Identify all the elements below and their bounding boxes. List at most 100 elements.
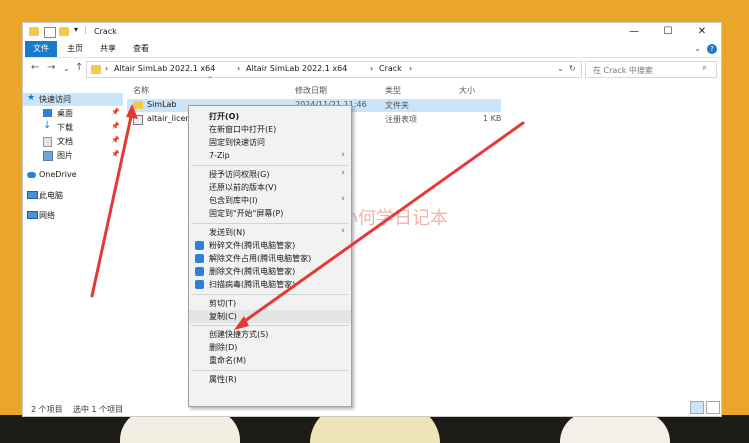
menu-item-label: 还原以前的版本(V) (209, 183, 277, 192)
menu-item-6[interactable]: 还原以前的版本(V) (189, 181, 351, 194)
file-type: 文件夹 (385, 101, 409, 110)
breadcrumb-item[interactable]: Altair SimLab 2022.1 x64 (114, 64, 215, 73)
context-menu: 打开(O) 在新窗口中打开(E) 固定到快速访问 7-Zip › 授予访问权限(G) › 还原… (188, 105, 352, 407)
expand-ribbon-icon[interactable]: ⌄ (694, 44, 701, 53)
unlock-icon (195, 254, 204, 263)
column-header-size[interactable]: 大小 (459, 85, 475, 96)
help-icon[interactable]: ? (707, 44, 717, 54)
tab-file[interactable]: 文件 (25, 41, 57, 57)
menu-item-label: 复制(C) (209, 311, 237, 321)
menu-item-label: 固定到快速访问 (209, 138, 265, 148)
menu-item-2[interactable]: 固定到快速访问 (189, 136, 351, 149)
sidebar-item-downloads[interactable]: ↓ 下载 📌 (23, 120, 123, 134)
sidebar-item-quick-access[interactable]: ★ 快速访问 (23, 93, 123, 106)
column-header-name[interactable]: 名称 (133, 85, 149, 96)
computer-icon (27, 191, 38, 199)
pin-icon: 📌 (111, 122, 120, 130)
sidebar-item-network[interactable]: 网络 (23, 209, 123, 222)
chevron-right-icon: › (341, 225, 345, 236)
sidebar-item-this-pc[interactable]: 此电脑 (23, 189, 123, 202)
menu-separator (191, 293, 349, 295)
address-bar[interactable]: › Altair SimLab 2022.1 x64 › Altair SimL… (86, 61, 582, 78)
sidebar-item-label: 桌面 (57, 109, 73, 118)
close-button[interactable]: ✕ (685, 23, 719, 41)
menu-item-21[interactable]: 重命名(M) (189, 354, 351, 367)
refresh-icon[interactable]: ↻ (569, 64, 576, 73)
forward-icon[interactable]: → (47, 62, 55, 73)
menu-item-14[interactable]: 扫描病毒(腾讯电脑管家) (189, 278, 351, 291)
customize-toolbar-icon[interactable]: ▾ (74, 25, 78, 34)
menu-item-16[interactable]: 剪切(T) (189, 297, 351, 310)
menu-separator (191, 222, 349, 224)
ribbon-tabs: 文件 主页 共享 查看 ⌄ ? (23, 41, 721, 58)
search-icon: ⌕ (702, 63, 708, 73)
menu-item-label: 粉碎文件(腾讯电脑管家) (209, 240, 296, 250)
menu-item-12[interactable]: 解除文件占用(腾讯电脑管家) (189, 252, 351, 265)
pin-icon: 📌 (111, 108, 120, 116)
menu-item-7[interactable]: 包含到库中(I) › (189, 194, 351, 207)
chevron-right-icon: › (341, 194, 345, 205)
breadcrumb-item[interactable]: Altair SimLab 2022.1 x64 (246, 64, 347, 73)
sidebar-item-label: 网络 (39, 211, 55, 220)
desktop-icon (43, 109, 52, 117)
breadcrumb-separator: › (370, 64, 374, 73)
menu-item-20[interactable]: 删除(D) (189, 341, 351, 354)
menu-item-label: 7-Zip (209, 150, 230, 160)
menu-item-3[interactable]: 7-Zip › (189, 150, 351, 163)
status-selected-count: 选中 1 个项目 (73, 405, 124, 414)
sidebar-item-label: 快速访问 (39, 95, 71, 104)
breadcrumb-item[interactable]: Crack (379, 64, 402, 73)
shield-icon (195, 280, 204, 290)
menu-item-13[interactable]: 删除文件(腾讯电脑管家) (189, 265, 351, 278)
menu-item-0[interactable]: 打开(O) (189, 110, 351, 123)
sidebar-item-label: 图片 (57, 151, 73, 160)
sidebar-item-pictures[interactable]: 图片 📌 (23, 149, 123, 162)
up-icon[interactable]: ↑ (75, 62, 83, 73)
menu-item-1[interactable]: 在新窗口中打开(E) (189, 123, 351, 136)
menu-item-label: 发送到(N) (209, 227, 246, 237)
properties-icon[interactable] (44, 27, 56, 38)
registry-file-icon (133, 115, 143, 125)
large-icons-view-icon[interactable] (706, 401, 720, 414)
tab-share[interactable]: 共享 (92, 41, 124, 57)
menu-item-19[interactable]: 创建快捷方式(S) (189, 328, 351, 341)
maximize-button[interactable]: ☐ (651, 23, 685, 41)
menu-item-11[interactable]: 粉碎文件(腾讯电脑管家) (189, 239, 351, 252)
delete-icon (195, 267, 204, 277)
menu-separator (191, 369, 349, 371)
sort-indicator-icon: ^ (207, 75, 214, 84)
recent-locations-icon[interactable]: ⌄ (63, 64, 70, 73)
search-input[interactable]: 在 Crack 中搜索 ⌕ (585, 61, 717, 78)
back-icon[interactable]: ← (31, 62, 39, 73)
sidebar-item-documents[interactable]: 文档 📌 (23, 135, 123, 148)
sidebar-item-label: 此电脑 (39, 191, 63, 200)
menu-item-label: 创建快捷方式(S) (209, 330, 269, 339)
menu-item-23[interactable]: 属性(R) (189, 373, 351, 386)
address-dropdown-icon[interactable]: ⌄ (557, 64, 564, 73)
menu-item-17[interactable]: 复制(C) (189, 309, 351, 323)
tab-home[interactable]: 主页 (59, 41, 91, 57)
menu-item-10[interactable]: 发送到(N) › (189, 226, 351, 239)
pin-icon: 📌 (111, 136, 120, 144)
breadcrumb-separator: › (409, 64, 413, 73)
breadcrumb-separator: › (105, 64, 109, 73)
new-folder-icon[interactable] (59, 27, 69, 36)
search-placeholder: 在 Crack 中搜索 (593, 66, 653, 75)
sidebar-item-desktop[interactable]: 桌面 📌 (23, 107, 123, 120)
file-size: 1 KB (483, 114, 502, 123)
menu-item-label: 固定到"开始"屏幕(P) (209, 209, 284, 219)
menu-item-label: 解除文件占用(腾讯电脑管家) (209, 254, 312, 263)
folder-icon (91, 65, 101, 74)
details-view-icon[interactable] (690, 401, 704, 414)
menu-item-5[interactable]: 授予访问权限(G) › (189, 168, 351, 181)
tab-view[interactable]: 查看 (125, 41, 157, 57)
sidebar-item-onedrive[interactable]: OneDrive (23, 169, 123, 182)
file-name: SimLab (147, 100, 177, 109)
menu-item-8[interactable]: 固定到"开始"屏幕(P) (189, 207, 351, 220)
menu-separator (191, 164, 349, 166)
column-header-type[interactable]: 类型 (385, 85, 401, 96)
minimize-button[interactable]: — (617, 23, 651, 41)
menu-item-label: 包含到库中(I) (209, 196, 258, 206)
folder-icon (29, 27, 39, 36)
column-header-date[interactable]: 修改日期 (295, 85, 327, 96)
